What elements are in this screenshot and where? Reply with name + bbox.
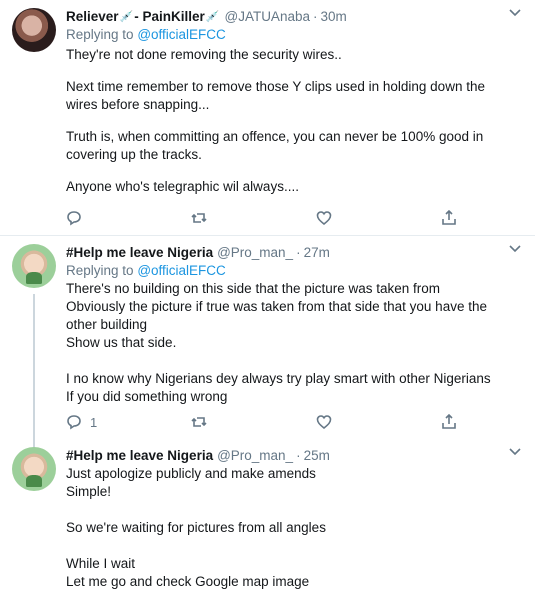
tweet-header: #Help me leave Nigeria @Pro_man_ · 25m [66, 447, 509, 465]
display-name[interactable]: #Help me leave Nigeria [66, 244, 213, 262]
chevron-down-icon[interactable] [509, 8, 521, 20]
tweet-paragraph: Obviously the picture if true was taken … [66, 299, 487, 332]
tweet-actions: 1 [66, 414, 461, 430]
tweet-header: Reliever 💉 - PainKiller 💉 @JATUAnaba · 3… [66, 8, 509, 26]
display-name[interactable]: #Help me leave Nigeria [66, 447, 213, 465]
tweet-paragraph: Let me go and check Google map image [66, 574, 310, 589]
tweet[interactable]: #Help me leave Nigeria @Pro_man_ · 25m J… [0, 439, 535, 591]
timestamp[interactable]: 30m [320, 8, 346, 26]
like-button[interactable] [316, 414, 396, 430]
tweet-paragraph [66, 501, 509, 519]
avatar[interactable] [12, 447, 56, 491]
replying-prefix: Replying to [66, 27, 134, 42]
tweet-paragraph: While I wait [66, 556, 136, 571]
share-button[interactable] [441, 210, 461, 226]
separator-dot: · [296, 245, 301, 260]
avatar[interactable] [12, 8, 56, 52]
tweet-paragraph: There's no building on this side that th… [66, 281, 441, 296]
mention-link[interactable]: @officialEFCC [137, 263, 225, 278]
tweet-paragraph: Show us that side. [66, 335, 177, 350]
replying-to: Replying to @officialEFCC [66, 262, 509, 280]
retweet-icon [191, 213, 207, 223]
share-icon [442, 414, 456, 429]
user-handle[interactable]: @JATUAnaba [224, 8, 310, 26]
tweet-text: They're not done removing the security w… [66, 46, 509, 196]
reply-icon [67, 211, 81, 226]
retweet-button[interactable] [191, 414, 271, 430]
user-handle[interactable]: @Pro_man_ [217, 447, 293, 465]
tweet-paragraph [66, 537, 509, 555]
tweet-paragraph [66, 352, 509, 370]
reply-icon [67, 415, 81, 430]
reply-button[interactable] [66, 210, 146, 226]
chevron-down-icon[interactable] [509, 447, 521, 459]
syringe-emoji-icon: 💉 [119, 11, 134, 23]
tweet-paragraph: I no know why Nigerians dey always try p… [66, 371, 491, 386]
tweet-paragraph: Next time remember to remove those Y cli… [66, 79, 485, 112]
tweet-paragraph: So we're waiting for pictures from all a… [66, 520, 326, 535]
share-icon [442, 210, 456, 225]
tweet-paragraph: Truth is, when committing an offence, yo… [66, 129, 484, 162]
reply-count: 1 [90, 414, 98, 430]
avatar[interactable] [12, 244, 56, 288]
replying-prefix: Replying to [66, 263, 134, 278]
tweet-content: Reliever 💉 - PainKiller 💉 @JATUAnaba · 3… [66, 8, 523, 235]
tweet-paragraph: If you did something wrong [66, 389, 228, 404]
thread-line [33, 294, 35, 454]
tweet-paragraph: Just apologize publicly and make amends [66, 466, 316, 481]
like-button[interactable] [316, 210, 396, 226]
tweet[interactable]: Reliever 💉 - PainKiller 💉 @JATUAnaba · 3… [0, 0, 535, 236]
reply-button[interactable]: 1 [66, 414, 146, 430]
heart-icon [316, 415, 332, 430]
tweet-text: There's no building on this side that th… [66, 280, 509, 406]
tweet[interactable]: #Help me leave Nigeria @Pro_man_ · 27m R… [0, 236, 535, 454]
timestamp[interactable]: 27m [304, 244, 330, 262]
mention-link[interactable]: @officialEFCC [137, 27, 225, 42]
tweet-paragraph: Simple! [66, 484, 112, 499]
display-name[interactable]: Reliever [66, 8, 119, 26]
tweet-content: #Help me leave Nigeria @Pro_man_ · 27m R… [66, 244, 523, 439]
tweet-paragraph: They're not done removing the security w… [66, 47, 342, 62]
tweet-text: Just apologize publicly and make amends … [66, 465, 509, 591]
timestamp[interactable]: 25m [304, 447, 330, 465]
tweet-actions [66, 210, 461, 226]
avatar-column [12, 244, 66, 454]
tweet-paragraph: Anyone who's telegraphic wil always.... [66, 179, 299, 194]
avatar-column [12, 8, 66, 235]
avatar-column [12, 447, 66, 591]
replying-to: Replying to @officialEFCC [66, 26, 509, 44]
chevron-down-icon[interactable] [509, 244, 521, 256]
tweet-content: #Help me leave Nigeria @Pro_man_ · 25m J… [66, 447, 523, 591]
separator-dot: · [312, 9, 318, 24]
display-name-suffix[interactable]: - PainKiller [134, 8, 205, 26]
heart-icon [316, 211, 332, 226]
user-handle[interactable]: @Pro_man_ [217, 244, 293, 262]
syringe-emoji-icon: 💉 [205, 11, 220, 23]
tweet-header: #Help me leave Nigeria @Pro_man_ · 27m [66, 244, 509, 262]
retweet-button[interactable] [191, 210, 271, 226]
separator-dot: · [296, 448, 301, 463]
retweet-icon [191, 417, 207, 427]
share-button[interactable] [441, 414, 461, 430]
